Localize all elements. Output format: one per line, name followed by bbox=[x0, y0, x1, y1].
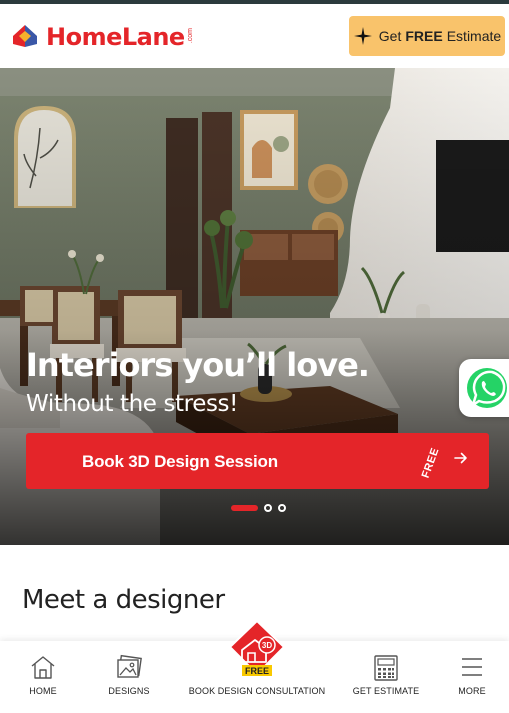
estimate-suffix: Estimate bbox=[446, 28, 502, 44]
nav-get-estimate[interactable]: GET ESTIMATE bbox=[350, 641, 422, 713]
carousel-dot-active[interactable] bbox=[231, 505, 258, 511]
calculator-icon bbox=[374, 655, 398, 681]
nav-more-label: MORE bbox=[458, 686, 486, 696]
estimate-bold: FREE bbox=[405, 28, 443, 44]
book-3d-design-session-button[interactable]: Book 3D Design Session FREE bbox=[26, 433, 489, 489]
hero-banner[interactable]: Interiors you’ll love. Without the stres… bbox=[0, 68, 509, 545]
nav-designs-label: DESIGNS bbox=[108, 686, 150, 696]
carousel-dots bbox=[231, 504, 292, 512]
brand-suffix: .com bbox=[186, 28, 194, 44]
arrow-right-icon bbox=[454, 452, 467, 464]
nav-get-estimate-label: GET ESTIMATE bbox=[352, 686, 420, 696]
sparkle-icon bbox=[353, 27, 372, 45]
menu-icon bbox=[462, 658, 482, 676]
logo-house-icon bbox=[13, 25, 37, 47]
header: HomeLane .com Get FREE Estimate bbox=[0, 4, 509, 68]
brand-name: HomeLane bbox=[46, 23, 185, 51]
cta-free-badge: FREE bbox=[419, 446, 442, 480]
badge-free-text: FREE bbox=[245, 666, 269, 676]
whatsapp-icon bbox=[467, 368, 507, 408]
badge-3d-text: 3D bbox=[262, 641, 272, 650]
gallery-icon bbox=[117, 654, 142, 678]
nav-home-label: HOME bbox=[29, 686, 57, 696]
homelane-logo[interactable]: HomeLane .com bbox=[11, 22, 194, 52]
meet-designer-title: Meet a designer bbox=[22, 585, 225, 615]
home-icon bbox=[31, 656, 55, 679]
nav-book-consultation-label: BOOK DESIGN CONSULTATION bbox=[188, 686, 326, 696]
nav-home[interactable]: HOME bbox=[14, 641, 72, 713]
cta-label: Book 3D Design Session bbox=[82, 452, 278, 471]
get-free-estimate-button[interactable]: Get FREE Estimate bbox=[349, 16, 505, 56]
nav-more[interactable]: MORE bbox=[446, 641, 498, 713]
carousel-dot[interactable] bbox=[264, 504, 272, 512]
carousel-dot[interactable] bbox=[278, 504, 286, 512]
estimate-prefix: Get bbox=[378, 28, 402, 44]
3d-house-icon[interactable]: 3D FREE bbox=[228, 620, 286, 678]
hero-subtitle: Without the stress! bbox=[26, 391, 238, 417]
hero-title: Interiors you’ll love. bbox=[26, 346, 370, 384]
nav-designs[interactable]: DESIGNS bbox=[100, 641, 158, 713]
whatsapp-button[interactable] bbox=[459, 359, 509, 417]
